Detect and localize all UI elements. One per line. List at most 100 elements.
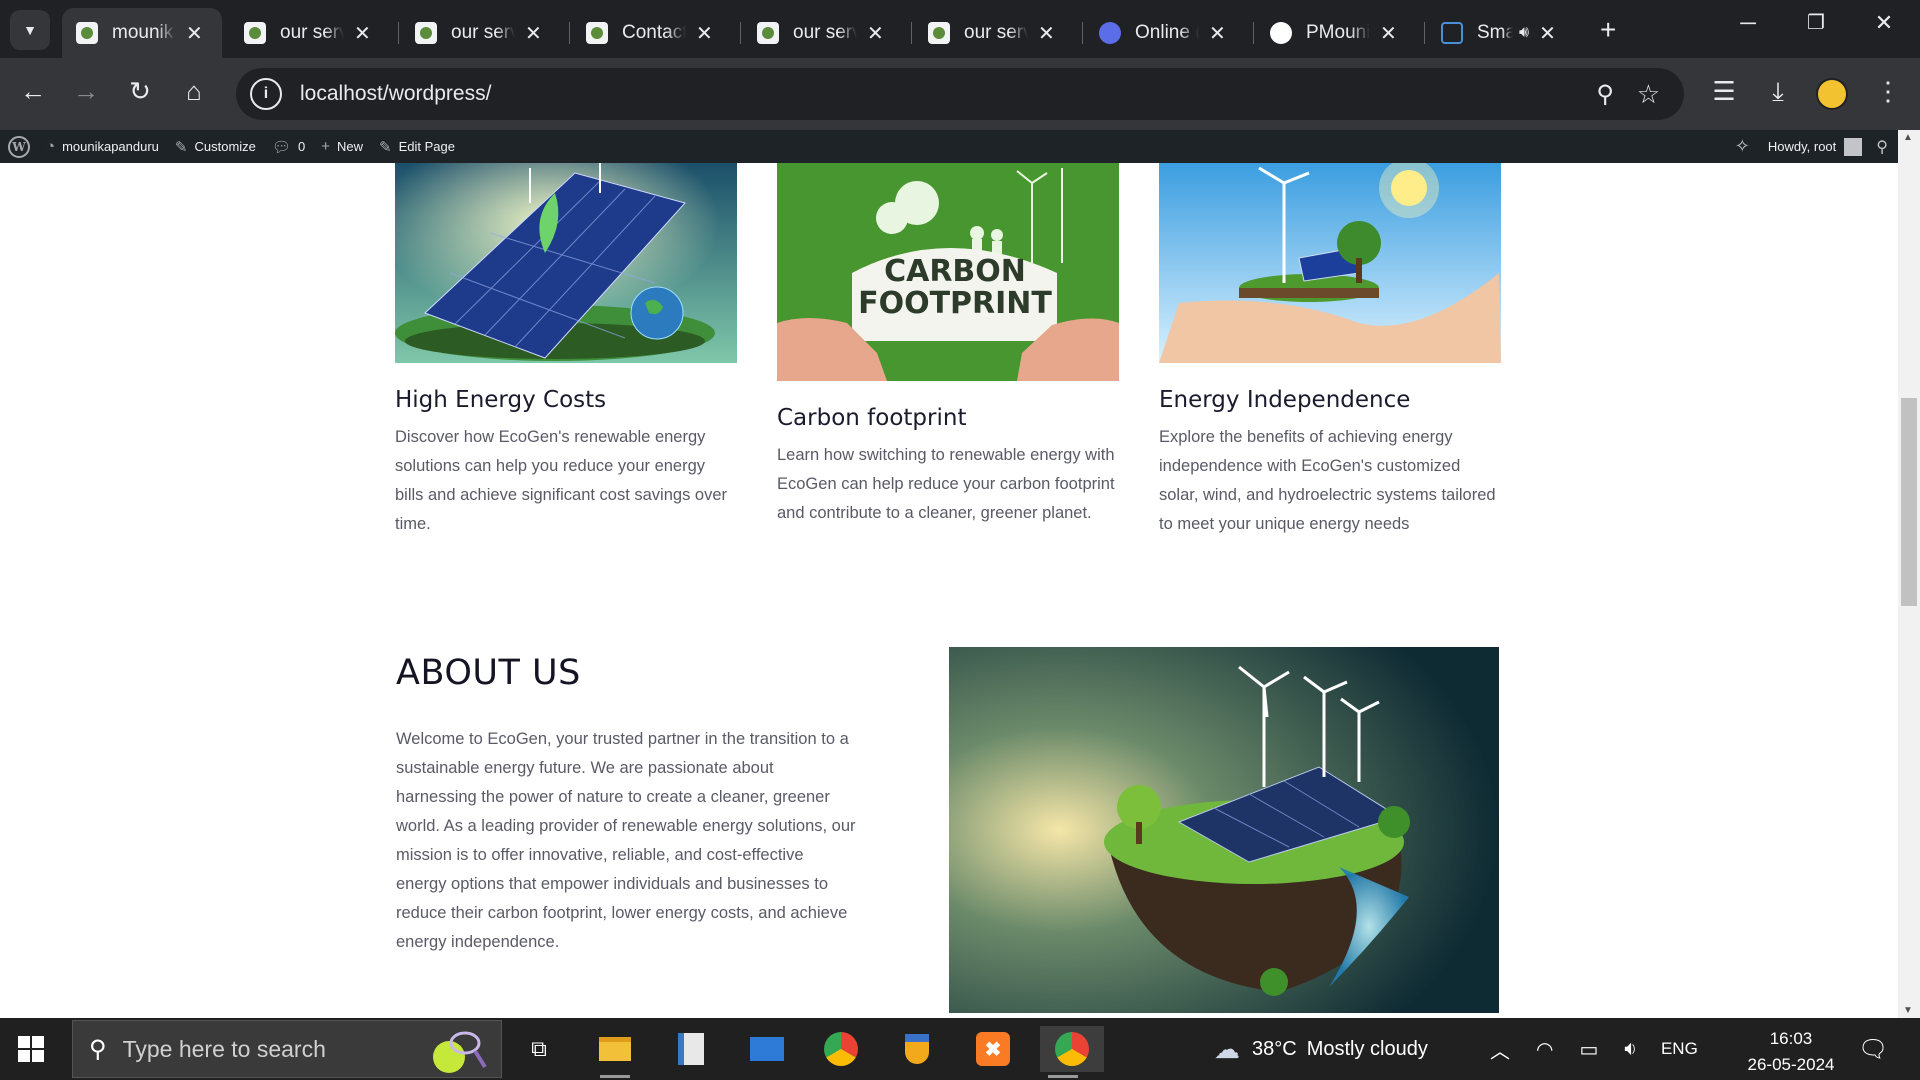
clock-date: 26-05-2024 bbox=[1747, 1055, 1835, 1074]
tab-search-button[interactable]: ▼ bbox=[10, 10, 50, 50]
sparkle-icon[interactable]: ✧ bbox=[1735, 136, 1750, 157]
bookmark-star-icon[interactable]: ☆ bbox=[1637, 79, 1660, 110]
url-text[interactable]: localhost/wordpress/ bbox=[300, 82, 491, 106]
browser-tab[interactable]: our serv ✕ bbox=[914, 8, 1074, 58]
page-scrollbar[interactable]: ▲ ▼ bbox=[1898, 130, 1920, 1018]
sync-icon bbox=[1099, 22, 1121, 44]
tab-title: PMouni bbox=[1306, 22, 1370, 43]
comment-icon: 💬︎ bbox=[271, 138, 291, 156]
restore-button[interactable]: ❐ bbox=[1796, 10, 1836, 35]
tab-divider bbox=[1253, 22, 1254, 44]
task-view-icon: ⧉ bbox=[531, 1036, 547, 1061]
new-tab-button[interactable]: + bbox=[1600, 14, 1616, 46]
address-bar[interactable]: i localhost/wordpress/ ⚲ ☆ bbox=[236, 68, 1684, 120]
close-icon[interactable]: ✕ bbox=[525, 21, 542, 46]
zoom-icon[interactable]: ⚲ bbox=[1596, 80, 1614, 109]
card-title: Energy Independence bbox=[1159, 387, 1411, 413]
wp-edit-page[interactable]: ✎ Edit Page bbox=[379, 138, 455, 156]
home-button[interactable]: ⌂ bbox=[176, 76, 212, 107]
service-card: Energy Independence Explore the benefits… bbox=[1159, 163, 1501, 539]
close-icon[interactable]: ✕ bbox=[867, 21, 884, 46]
back-button[interactable]: ← bbox=[15, 76, 51, 107]
scrollbar-thumb[interactable] bbox=[1901, 398, 1917, 606]
battery-icon[interactable]: ▭ bbox=[1579, 1037, 1598, 1062]
task-view-button[interactable]: ⧉ bbox=[516, 1026, 562, 1072]
close-window-button[interactable]: ✕ bbox=[1864, 10, 1904, 36]
browser-tab[interactable]: Online ( ✕ bbox=[1085, 8, 1245, 58]
close-icon[interactable]: ✕ bbox=[1539, 21, 1556, 46]
close-icon[interactable]: ✕ bbox=[186, 21, 203, 46]
browser-tab[interactable]: mounik ✕ bbox=[62, 8, 222, 58]
browser-tab[interactable]: our serv ✕ bbox=[743, 8, 903, 58]
wifi-icon[interactable]: ◠ bbox=[1536, 1037, 1553, 1062]
chevron-up-icon[interactable]: ︿ bbox=[1490, 1035, 1510, 1064]
browser-tab[interactable]: PMouni ✕ bbox=[1256, 8, 1416, 58]
tab-title: Contact bbox=[622, 22, 686, 43]
close-icon[interactable]: ✕ bbox=[1380, 21, 1397, 46]
taskbar-search[interactable]: ⚲ Type here to search bbox=[72, 1020, 502, 1078]
card-description: Explore the benefits of achieving energy… bbox=[1159, 428, 1496, 533]
wp-site-name[interactable]: ◔ mounikapanduru bbox=[46, 138, 159, 155]
system-clock[interactable]: 16:03 26-05-2024 bbox=[1736, 1026, 1846, 1078]
start-button[interactable] bbox=[18, 1036, 44, 1062]
profile-avatar[interactable] bbox=[1816, 78, 1848, 110]
site-favicon-icon bbox=[244, 22, 266, 44]
wp-customize[interactable]: ✎ Customize bbox=[175, 138, 256, 156]
solar-panel-island-image bbox=[395, 163, 737, 363]
minimize-button[interactable]: ─ bbox=[1728, 10, 1768, 36]
new-label: New bbox=[336, 139, 363, 154]
weather-widget[interactable]: ☁ 38°C Mostly cloudy bbox=[1214, 1018, 1428, 1080]
browser-tab[interactable]: our serv ✕ bbox=[401, 8, 561, 58]
speaker-icon[interactable]: 🔊︎ bbox=[1519, 24, 1529, 42]
home-icon: ⌂ bbox=[186, 76, 202, 106]
wp-new[interactable]: + New bbox=[321, 138, 363, 155]
chrome-profile-button[interactable] bbox=[1040, 1026, 1104, 1078]
volume-icon[interactable]: 🔉︎ bbox=[1624, 1038, 1637, 1061]
mail-button[interactable] bbox=[744, 1026, 790, 1072]
weather-description: Mostly cloudy bbox=[1306, 1037, 1428, 1060]
site-favicon-icon bbox=[76, 22, 98, 44]
file-explorer-button[interactable] bbox=[592, 1026, 638, 1078]
cloud-icon: ☁ bbox=[1214, 1033, 1240, 1064]
avatar[interactable] bbox=[1844, 137, 1863, 156]
scroll-up-icon[interactable]: ▲ bbox=[1903, 132, 1913, 143]
tab-divider bbox=[911, 22, 912, 44]
download-icon[interactable]: ⤓ bbox=[1760, 76, 1796, 108]
tab-title: mounik bbox=[112, 22, 174, 43]
scroll-down-icon[interactable]: ▼ bbox=[1903, 1005, 1913, 1016]
service-card: CARBON FOOTPRINT Carbon footprint Learn … bbox=[777, 163, 1119, 528]
tab-divider bbox=[740, 22, 741, 44]
arrow-right-icon: → bbox=[73, 76, 99, 106]
browser-tab[interactable]: Sma 🔊︎ ✕ bbox=[1427, 8, 1593, 58]
forward-button[interactable]: → bbox=[68, 76, 104, 107]
python-app-button[interactable] bbox=[668, 1026, 714, 1072]
medal-app-button[interactable] bbox=[894, 1026, 940, 1072]
chrome-icon bbox=[824, 1032, 858, 1066]
tab-title: our serv bbox=[280, 22, 344, 43]
close-icon[interactable]: ✕ bbox=[354, 21, 371, 46]
site-favicon-icon bbox=[928, 22, 950, 44]
mail-icon bbox=[750, 1037, 784, 1061]
kebab-menu-icon[interactable]: ⋮ bbox=[1870, 76, 1906, 107]
xampp-icon: ✖ bbox=[976, 1032, 1010, 1066]
comments-count: 0 bbox=[297, 139, 306, 154]
reading-list-icon[interactable]: ☰ bbox=[1706, 76, 1742, 107]
reload-button[interactable]: ↻ bbox=[122, 76, 158, 107]
xampp-button[interactable]: ✖ bbox=[970, 1026, 1016, 1072]
service-card: High Energy Costs Discover how EcoGen's … bbox=[395, 163, 737, 539]
site-info-icon[interactable]: i bbox=[250, 78, 282, 110]
browser-tab[interactable]: Contact ✕ bbox=[572, 8, 732, 58]
close-icon[interactable]: ✕ bbox=[696, 21, 713, 46]
wp-comments[interactable]: 💬︎ 0 bbox=[272, 138, 305, 156]
search-icon[interactable]: ⚲ bbox=[1876, 137, 1888, 157]
browser-tab[interactable]: our serv ✕ bbox=[230, 8, 390, 58]
notifications-button[interactable]: 🗨︎ bbox=[1858, 1018, 1888, 1080]
language-indicator[interactable]: ENG bbox=[1661, 1039, 1698, 1059]
howdy-label[interactable]: Howdy, root bbox=[1768, 139, 1836, 154]
wordpress-logo-icon[interactable]: W bbox=[8, 135, 30, 158]
brush-icon: ✎ bbox=[174, 138, 188, 156]
close-icon[interactable]: ✕ bbox=[1209, 21, 1226, 46]
close-icon[interactable]: ✕ bbox=[1038, 21, 1055, 46]
chrome-button[interactable] bbox=[818, 1026, 864, 1072]
site-name-label: mounikapanduru bbox=[62, 139, 159, 154]
